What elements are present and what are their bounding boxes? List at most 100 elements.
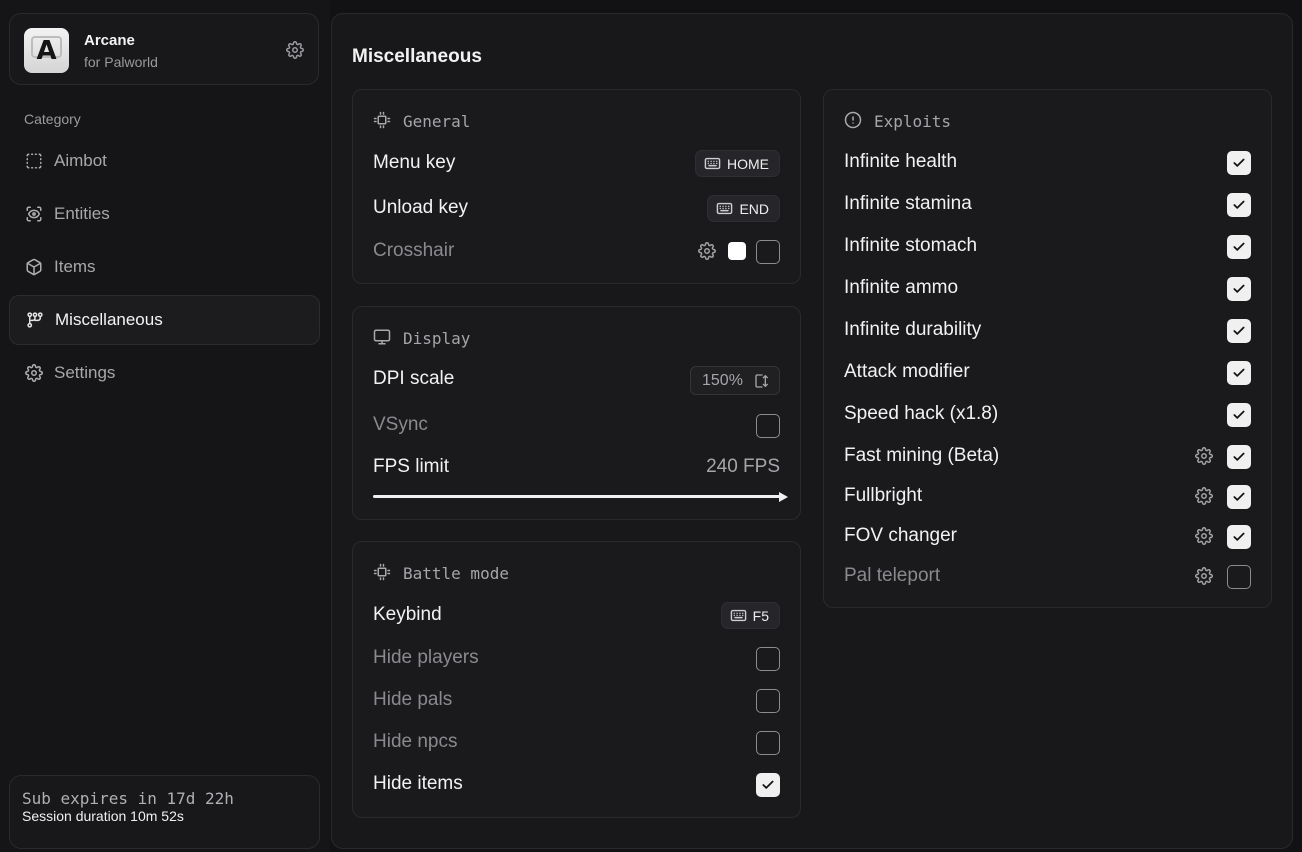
exploit-row: Fullbright [844, 483, 1251, 511]
exploit-row: Infinite ammo [844, 275, 1251, 303]
exploit-row: Fast mining (Beta) [844, 443, 1251, 471]
monitor-icon [373, 328, 391, 346]
crosshair-color-swatch[interactable] [728, 242, 746, 260]
sidebar-item-label: Items [54, 257, 96, 276]
fps-value: 240 FPS [706, 456, 780, 477]
session-duration: Session duration 10m 52s [22, 808, 184, 824]
dpi-value: 150% [702, 372, 743, 389]
menu-key-value: HOME [727, 155, 769, 172]
sidebar-item-items[interactable]: Items [9, 243, 320, 293]
exploit-label: Infinite stamina [844, 193, 972, 214]
gear-icon[interactable] [1195, 487, 1213, 505]
category-label: Category [24, 111, 81, 127]
dpi-select[interactable]: 150% [690, 366, 780, 395]
hide-npcs-label: Hide npcs [373, 731, 458, 752]
exploit-checkbox[interactable] [1227, 445, 1251, 469]
exploit-checkbox[interactable] [1227, 277, 1251, 301]
exploit-checkbox[interactable] [1227, 319, 1251, 343]
general-card: General Menu key HOME Unload key END Cro… [352, 89, 801, 284]
exploit-row: Pal teleport [844, 563, 1251, 591]
gear-icon[interactable] [286, 41, 304, 59]
exploit-row: Attack modifier [844, 359, 1251, 387]
app-logo: A [24, 28, 69, 73]
menu-key-label: Menu key [373, 152, 456, 173]
exploit-label: Attack modifier [844, 361, 970, 382]
brand-name: Arcane [84, 32, 135, 49]
sidebar-item-aimbot[interactable]: Aimbot [9, 137, 320, 187]
keybind-value: F5 [752, 607, 769, 624]
vsync-label: VSync [373, 414, 428, 435]
fps-slider-track [373, 495, 781, 498]
crosshair-row: Crosshair [373, 238, 780, 266]
exploit-checkbox[interactable] [1227, 525, 1251, 549]
exploit-label: Infinite ammo [844, 277, 959, 298]
keyboard-icon [704, 155, 721, 172]
exploit-label: Speed hack (x1.8) [844, 403, 999, 424]
main-panel: Miscellaneous General Menu key HOME Unlo… [331, 13, 1293, 849]
scan-eye-icon [25, 205, 43, 223]
vsync-checkbox[interactable] [756, 414, 780, 438]
hide-players-label: Hide players [373, 647, 479, 668]
hide-pals-row: Hide pals [373, 687, 780, 715]
exploit-checkbox[interactable] [1227, 403, 1251, 427]
dpi-row: DPI scale 150% [373, 366, 780, 395]
hide-npcs-checkbox[interactable] [756, 731, 780, 755]
exploit-checkbox[interactable] [1227, 193, 1251, 217]
gear-icon[interactable] [1195, 567, 1213, 585]
keyboard-icon [716, 200, 733, 217]
battle-mode-card: Battle mode Keybind F5 Hide players Hide… [352, 541, 801, 818]
exploit-label: Infinite durability [844, 319, 982, 340]
alert-circle-icon [844, 111, 862, 129]
fps-slider-thumb[interactable] [779, 492, 788, 502]
sidebar-item-label: Aimbot [54, 151, 107, 170]
crosshair-checkbox[interactable] [756, 240, 780, 264]
gear-icon[interactable] [1195, 527, 1213, 545]
sidebar-item-entities[interactable]: Entities [9, 190, 320, 240]
exploit-label: Pal teleport [844, 565, 941, 586]
menu-key-button[interactable]: HOME [695, 150, 780, 177]
card-title: Exploits [874, 112, 952, 131]
exploit-checkbox[interactable] [1227, 565, 1251, 589]
brand-card: A Arcane for Palworld [9, 13, 319, 85]
subscription-card: Sub expires in 17d 22h Session duration … [9, 775, 320, 849]
hide-items-checkbox[interactable] [756, 773, 780, 797]
exploit-checkbox[interactable] [1227, 151, 1251, 175]
cpu-icon [373, 563, 391, 581]
unload-key-button[interactable]: END [707, 195, 780, 222]
keybind-button[interactable]: F5 [720, 602, 780, 629]
exploit-checkbox[interactable] [1227, 235, 1251, 259]
fps-slider[interactable] [373, 492, 788, 502]
menu-key-row: Menu key HOME [373, 150, 780, 178]
app-window: A Arcane for Palworld Category Aimbot En… [0, 0, 1302, 852]
git-fork-icon [26, 311, 44, 329]
exploit-row: Infinite stomach [844, 233, 1251, 261]
sidebar-item-miscellaneous[interactable]: Miscellaneous [9, 295, 320, 345]
gear-icon[interactable] [698, 242, 716, 260]
dashed-square-icon [25, 152, 43, 170]
hide-players-checkbox[interactable] [756, 647, 780, 671]
exploit-checkbox[interactable] [1227, 361, 1251, 385]
unload-key-label: Unload key [373, 197, 469, 218]
sidebar-item-settings[interactable]: Settings [9, 349, 320, 399]
hide-items-label: Hide items [373, 773, 463, 794]
resize-icon [754, 373, 770, 389]
sidebar-item-label: Entities [54, 204, 110, 223]
sidebar-item-label: Settings [54, 363, 116, 382]
dpi-label: DPI scale [373, 368, 455, 389]
exploit-label: Fullbright [844, 485, 923, 506]
hide-items-row: Hide items [373, 771, 780, 799]
exploit-row: Infinite stamina [844, 191, 1251, 219]
hide-npcs-row: Hide npcs [373, 729, 780, 757]
sidebar: A Arcane for Palworld Category Aimbot En… [0, 0, 330, 852]
exploit-label: Fast mining (Beta) [844, 445, 1000, 466]
exploit-row: Speed hack (x1.8) [844, 401, 1251, 429]
card-title: Display [403, 329, 471, 348]
exploit-checkbox[interactable] [1227, 485, 1251, 509]
keybind-label: Keybind [373, 604, 442, 625]
hide-pals-checkbox[interactable] [756, 689, 780, 713]
card-title: General [403, 112, 471, 131]
unload-key-row: Unload key END [373, 195, 780, 223]
gear-icon[interactable] [1195, 447, 1213, 465]
exploit-row: Infinite durability [844, 317, 1251, 345]
logo-letter: A [36, 35, 57, 66]
